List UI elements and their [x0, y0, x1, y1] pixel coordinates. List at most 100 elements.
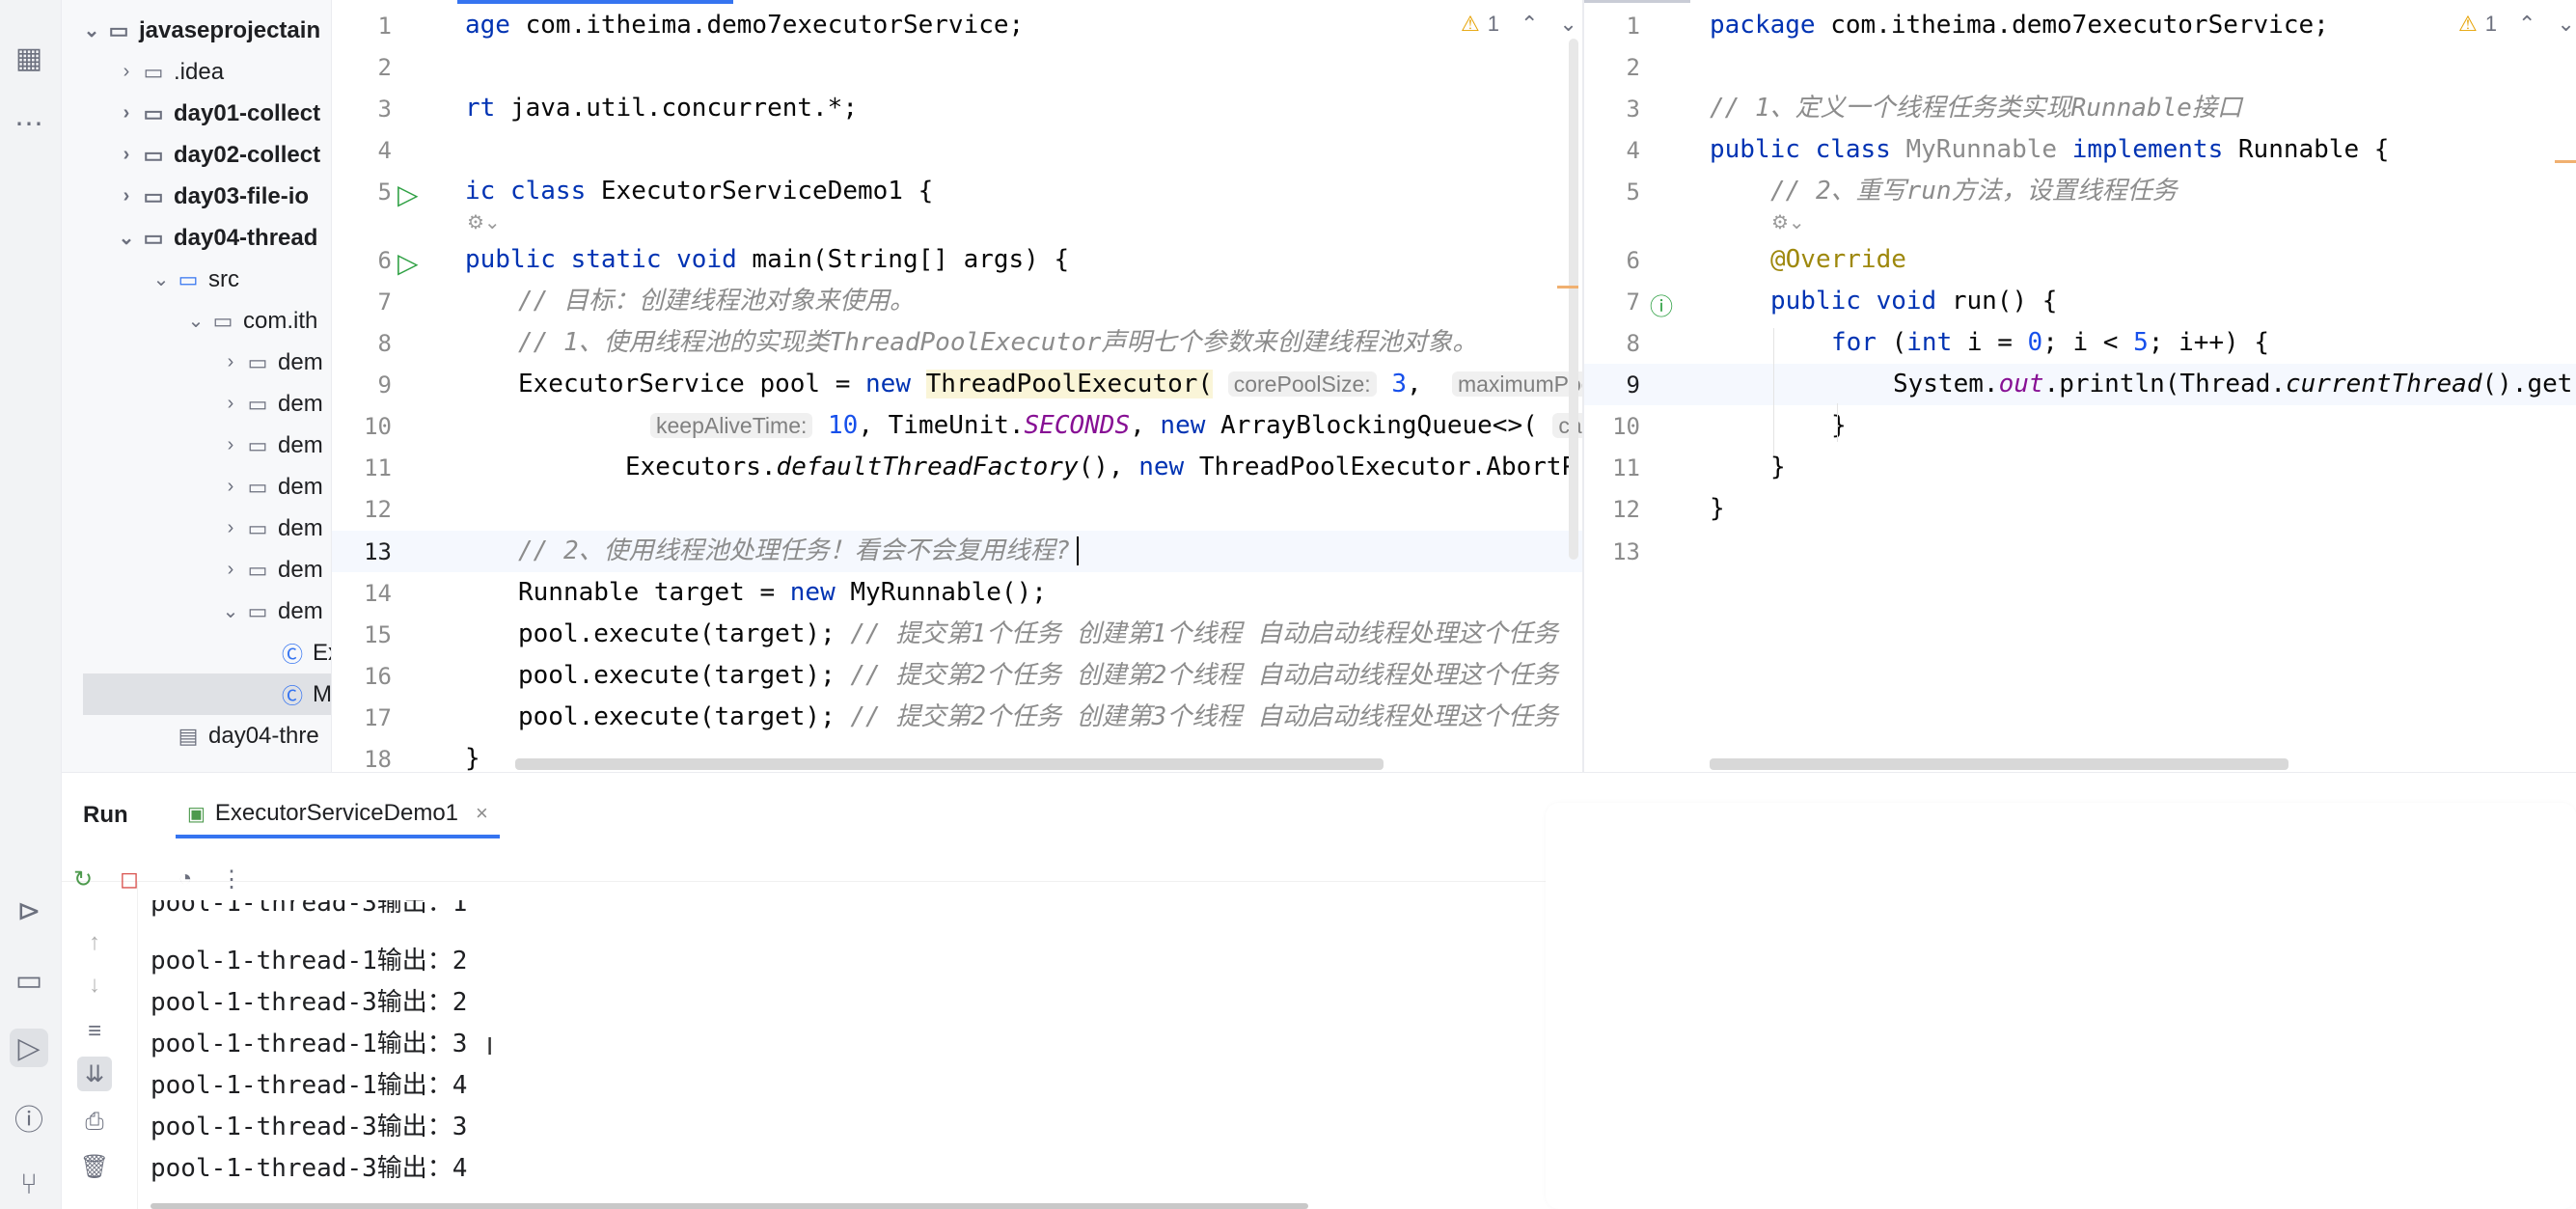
code-comment: // 2、重写run方法，设置线程任务 — [1770, 177, 2178, 206]
ai-hint-icon[interactable]: ⚙⌄ — [467, 210, 501, 234]
right-editor[interactable]: 1 2 3 4 5 6 7 8 9 10 11 12 13 ⓘ ⚙⌄ package com.ithei… — [1584, 0, 2576, 772]
run-tab[interactable]: ▣ ExecutorServiceDemo1 × — [176, 792, 500, 838]
project-tree-node[interactable]: ⌄ ▭ javaseprojectain — [62, 10, 331, 51]
next-highlight-icon[interactable]: ⌄ — [2557, 12, 2574, 37]
code-token: out — [1998, 370, 2044, 398]
chevron-right-icon[interactable]: › — [114, 61, 139, 83]
code-comment: // 1、定义一个线程任务类实现Runnable接口 — [1710, 94, 2242, 123]
project-tree-node[interactable]: › ▭ dem — [62, 466, 331, 508]
rerun-icon[interactable]: ↻ — [66, 862, 100, 896]
runnable-class-icon: Ⓒ — [281, 642, 303, 667]
line-number: 11 — [1612, 454, 1640, 481]
project-tree-label: M — [313, 680, 332, 707]
left-editor[interactable]: 1 2 3 4 5 6 7 8 9 10 11 12 13 14 15 16 17 18 ▷ ▷ ⚙⌄ age c… — [332, 0, 1582, 772]
console-horizontal-scrollbar[interactable] — [151, 1203, 1308, 1209]
project-tree-node[interactable]: Ⓒ M — [83, 673, 332, 715]
project-tree-node[interactable]: › ▭ .idea — [62, 51, 331, 93]
code-token: ExecutorService pool = — [518, 370, 866, 398]
chevron-down-icon[interactable]: ⌄ — [114, 226, 139, 250]
code-annotation: @Override — [1770, 245, 1906, 274]
chevron-right-icon[interactable]: › — [114, 144, 139, 166]
chevron-right-icon[interactable]: › — [218, 351, 243, 373]
chevron-right-icon[interactable]: › — [218, 476, 243, 498]
problems-icon[interactable]: ⓘ — [10, 1098, 48, 1137]
more-options-icon[interactable]: ⋮ — [214, 862, 249, 896]
project-tree-node[interactable]: ⌄ ▭ day04-thread — [62, 217, 331, 259]
chevron-right-icon[interactable]: › — [114, 185, 139, 207]
line-number: 1 — [1626, 13, 1640, 40]
project-tree-node[interactable]: ⌄ ▭ src — [62, 259, 331, 300]
chevron-right-icon[interactable]: › — [218, 393, 243, 415]
scroll-down-icon[interactable]: ↓ — [77, 968, 112, 1003]
project-tree-node[interactable]: › ▭ dem — [62, 508, 331, 549]
scroll-up-icon[interactable]: ↑ — [77, 925, 112, 960]
project-tree-label: day03-file-io — [174, 182, 310, 209]
folder-icon: ▭ — [143, 59, 164, 84]
project-tree-node[interactable]: ▤ day04-thre — [62, 715, 331, 756]
print-icon[interactable]: ⎙ — [77, 1105, 112, 1140]
project-tree-node[interactable]: ⌄ ▭ com.ith — [62, 300, 331, 342]
code-token: , TimeUnit. — [858, 411, 1025, 440]
close-tab-icon[interactable]: × — [476, 801, 488, 826]
prev-highlight-icon[interactable]: ⌃ — [2518, 12, 2535, 37]
project-tree-node[interactable]: › ▭ day02-collect — [62, 134, 331, 176]
inspection-widget[interactable]: ⚠ 1 ⌃ ⌄ — [2458, 12, 2575, 37]
next-highlight-icon[interactable]: ⌄ — [1559, 12, 1576, 37]
code-token: ExecutorServiceDemo1 { — [586, 177, 934, 206]
trash-icon[interactable]: 🗑 — [77, 1149, 112, 1184]
chevron-down-icon[interactable]: ⌄ — [183, 309, 208, 333]
chevron-right-icon[interactable]: › — [218, 434, 243, 456]
horizontal-scrollbar[interactable] — [515, 758, 1384, 770]
project-tree-node[interactable]: › ▭ dem — [62, 549, 331, 591]
chevron-right-icon[interactable]: › — [218, 517, 243, 539]
prev-highlight-icon[interactable]: ⌃ — [1521, 12, 1538, 37]
project-tree-node[interactable]: › ▭ day03-file-io — [62, 176, 331, 217]
soft-wrap-icon[interactable]: ≡ — [77, 1014, 112, 1049]
run-tool-icon[interactable]: ▷ — [10, 1029, 48, 1067]
git-icon[interactable]: ⑂ — [10, 1166, 48, 1204]
code-comment: // 2、使用线程池处理任务！看会不会复用线程? — [518, 536, 1071, 565]
inspection-widget[interactable]: ⚠ 1 ⌃ ⌄ — [1461, 12, 1577, 37]
vertical-scrollbar[interactable] — [1569, 39, 1578, 560]
project-tree-node[interactable]: › ▭ dem — [62, 383, 331, 425]
package-icon: ▭ — [247, 391, 268, 416]
project-tree-label: day04-thread — [174, 224, 318, 251]
project-tree-label: com.ith — [243, 307, 318, 334]
scroll-to-end-icon[interactable]: ⇊ — [77, 1057, 112, 1091]
services-icon[interactable]: ⊳ — [10, 892, 48, 930]
line-number: 1 — [377, 13, 392, 40]
code-token: run() { — [1936, 287, 2058, 316]
stop-icon[interactable]: ◻ — [112, 862, 147, 896]
project-tree-node[interactable]: › ▭ dem — [62, 425, 331, 466]
code-token: age — [465, 11, 510, 40]
profiler-icon[interactable]: ◔ — [168, 862, 203, 896]
run-config-icon: ▣ — [187, 803, 206, 825]
line-number: 10 — [1612, 413, 1640, 440]
chevron-down-icon[interactable]: ⌄ — [79, 18, 104, 42]
project-tree-node[interactable]: › ▭ dem — [62, 342, 331, 383]
overlay-card — [1546, 803, 2576, 1209]
project-tree-node[interactable]: › ▭ day01-collect — [62, 93, 331, 134]
code-token: ThreadPoolExecutor( — [925, 370, 1214, 398]
horizontal-scrollbar[interactable] — [1710, 758, 2288, 770]
project-tree-node[interactable]: ⌄ ▭ dem — [62, 591, 331, 632]
code-token: new — [1160, 411, 1206, 440]
ai-hint-icon[interactable]: ⚙⌄ — [1771, 210, 1805, 234]
code-token: MyRunnable(); — [835, 578, 1047, 607]
chevron-down-icon[interactable]: ⌄ — [218, 599, 243, 623]
project-tree-label: dem — [278, 597, 323, 624]
run-main-gutter-icon[interactable]: ▷ — [397, 247, 419, 279]
source-folder-icon: ▭ — [178, 266, 199, 291]
project-tree-node[interactable]: Ⓒ Ex — [62, 632, 331, 673]
more-tools-icon[interactable]: ⋯ — [10, 104, 48, 143]
implements-gutter-icon[interactable]: ⓘ — [1650, 288, 1673, 321]
run-gutter-icon[interactable]: ▷ — [397, 179, 419, 210]
line-number: 9 — [377, 371, 392, 398]
line-number: 4 — [1626, 137, 1640, 164]
chevron-right-icon[interactable]: › — [218, 559, 243, 581]
chevron-down-icon[interactable]: ⌄ — [149, 267, 174, 291]
chevron-right-icon[interactable]: › — [114, 102, 139, 124]
terminal-icon[interactable]: ▭ — [10, 961, 48, 1000]
structure-icon[interactable]: ▦ — [10, 39, 48, 77]
warning-count: 1 — [1487, 12, 1499, 36]
